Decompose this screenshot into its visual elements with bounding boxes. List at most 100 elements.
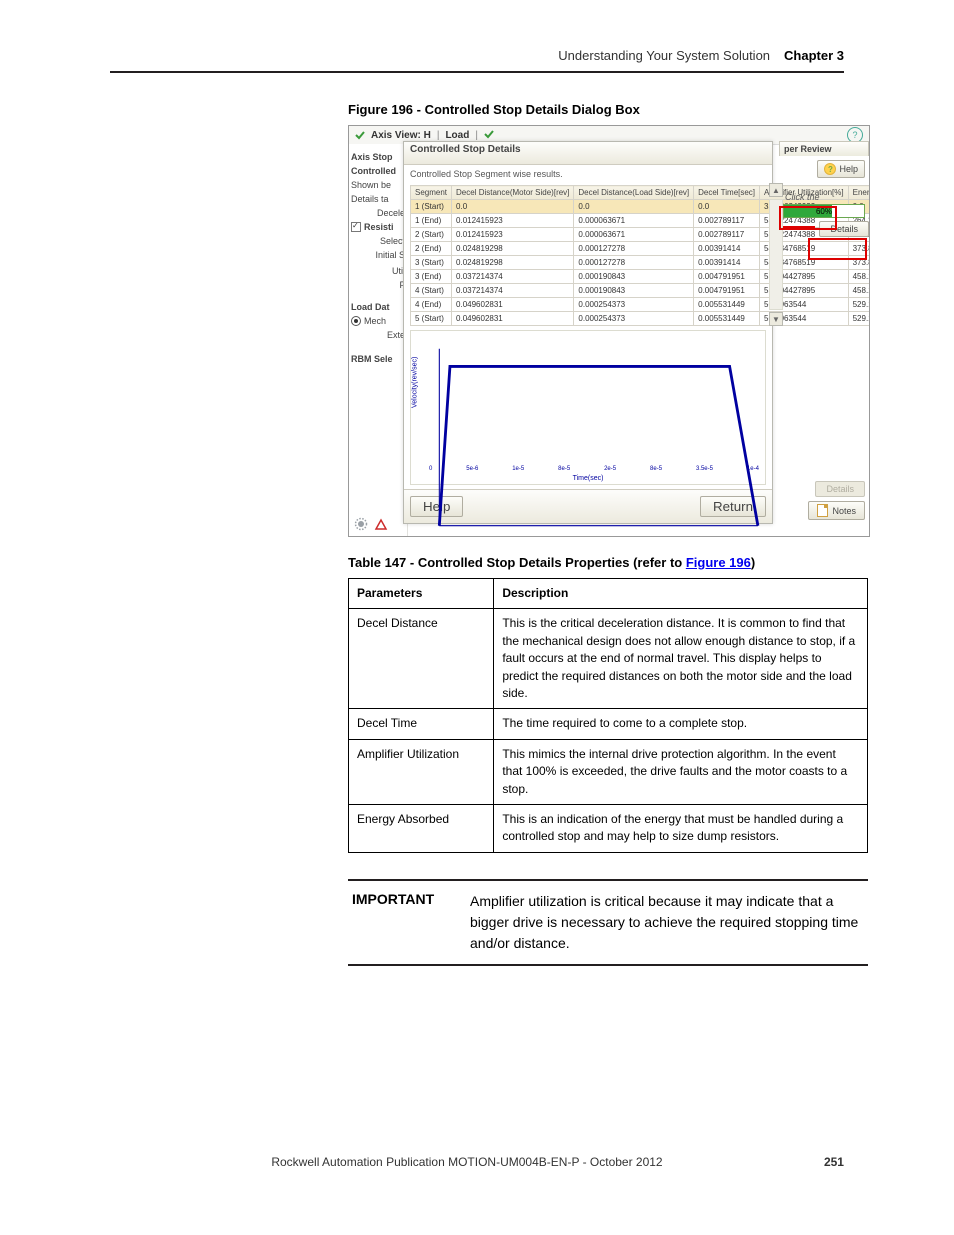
seg-cell: 5 (Start) [411, 312, 452, 326]
table-caption-link[interactable]: Figure 196 [686, 555, 751, 570]
chart-xtick: 8e-5 [650, 466, 662, 472]
screenshot-box: Axis View: H | Load | ? Axis Stop Contro… [348, 125, 870, 537]
col-parameters: Parameters [349, 579, 494, 609]
seg-cell: 0.000127278 [574, 242, 694, 256]
help-button[interactable]: ? Help [817, 160, 865, 178]
notes-icon [817, 504, 828, 517]
chart-xtick: 1e-4 [747, 466, 759, 472]
important-label: IMPORTANT [352, 891, 452, 954]
seg-cell: 0.00391414 [694, 256, 760, 270]
running-header: Understanding Your System Solution Chapt… [110, 48, 844, 73]
left-details-ta: Details ta [351, 194, 405, 204]
seg-cell: 0.005531449 [694, 298, 760, 312]
running-chapter: Chapter 3 [784, 48, 844, 63]
table-row-desc: The time required to come to a complete … [494, 709, 868, 739]
load-check2-icon [484, 129, 494, 142]
chart-xtick: 5e-6 [466, 466, 478, 472]
left-rail: Axis Stop Controlled Shown be Details ta… [349, 144, 408, 536]
details-button[interactable]: Details [819, 221, 869, 237]
important-text: Amplifier utilization is critical becaus… [470, 891, 864, 954]
col-description: Description [494, 579, 868, 609]
chart-xtick: 8e-5 [558, 466, 570, 472]
details-button-disabled: Details [815, 481, 865, 497]
seg-cell: 0.004791951 [694, 270, 760, 284]
seg-cell: 0.005531449 [694, 312, 760, 326]
left-exte: Exte [351, 330, 405, 340]
left-shown: Shown be [351, 180, 405, 190]
seg-cell: 3 (Start) [411, 256, 452, 270]
page-number: 251 [824, 1155, 844, 1169]
table-row-desc: This is the critical deceleration distan… [494, 609, 868, 709]
triangle-icon[interactable] [373, 516, 389, 532]
left-axis-stop[interactable]: Axis Stop [351, 152, 405, 162]
chart-xtick: 0 [429, 466, 432, 472]
seg-cell: 0.049602831 [452, 312, 574, 326]
dialog-title: Controlled Stop Details [404, 142, 772, 165]
table-caption-tail: ) [751, 555, 755, 570]
dialog-subtitle: Controlled Stop Segment wise results. [404, 165, 772, 183]
table-row-param: Decel Time [349, 709, 494, 739]
help-button-label: Help [839, 164, 858, 174]
seg-col[interactable]: Decel Distance(Motor Side)[rev] [452, 186, 574, 200]
seg-cell: 0.000063671 [574, 214, 694, 228]
seg-cell: 4 (End) [411, 298, 452, 312]
table-caption: Table 147 - Controlled Stop Details Prop… [348, 555, 868, 570]
seg-cell: 0.037214374 [452, 270, 574, 284]
footer-publication: Rockwell Automation Publication MOTION-U… [271, 1155, 662, 1169]
resisti-label: Resisti [364, 222, 394, 232]
seg-cell: 2 (End) [411, 242, 452, 256]
load-tab[interactable]: Load [445, 130, 469, 141]
left-resisti-row[interactable]: Resisti [351, 222, 405, 232]
table-caption-text: Table 147 - Controlled Stop Details Prop… [348, 555, 686, 570]
seg-cell: 0.004791951 [694, 284, 760, 298]
left-decele: Decele [351, 208, 405, 218]
table-row-desc: This mimics the internal drive protectio… [494, 739, 868, 804]
seg-cell: 0.000063671 [574, 228, 694, 242]
left-f: F [351, 280, 405, 290]
seg-cell: 0.000254373 [574, 298, 694, 312]
per-review-tab[interactable]: per Review [779, 141, 869, 156]
notes-button[interactable]: Notes [808, 501, 865, 520]
axis-view-label: Axis View: H [371, 130, 431, 141]
seg-cell: 2 (Start) [411, 228, 452, 242]
controlled-stop-dialog: Controlled Stop Details Controlled Stop … [403, 141, 773, 524]
page: Understanding Your System Solution Chapt… [0, 0, 954, 1235]
left-initial: Initial S [351, 250, 405, 260]
progress-bar: 60% [783, 204, 865, 218]
chart-xtick: 3.5e-5 [696, 466, 713, 472]
seg-col[interactable]: Segment [411, 186, 452, 200]
left-select: Select [351, 236, 405, 246]
gear-icon[interactable] [353, 516, 369, 532]
seg-cell: 0.002789117 [694, 228, 760, 242]
seg-cell: 0.012415923 [452, 228, 574, 242]
properties-table: Parameters Description Decel DistanceThi… [348, 578, 868, 853]
running-title: Understanding Your System Solution [558, 48, 770, 63]
seg-cell: 1 (End) [411, 214, 452, 228]
mech-label: Mech [364, 316, 386, 326]
seg-cell: 0.0 [574, 200, 694, 214]
right-panel: per Review ? Help Click the 60% Details … [779, 141, 869, 524]
chart-area: Velocity(rev/sec) 05e-61e-58e-52e-58e-53… [410, 330, 766, 485]
left-rbm: RBM Sele [351, 354, 405, 364]
seg-cell: 0.000190843 [574, 284, 694, 298]
page-footer: Rockwell Automation Publication MOTION-U… [110, 1155, 844, 1169]
seg-cell: 0.024819298 [452, 242, 574, 256]
seg-cell: 0.0 [694, 200, 760, 214]
chart-xtick: 1e-5 [512, 466, 524, 472]
left-util: Util [351, 266, 405, 276]
table-row-param: Decel Distance [349, 609, 494, 709]
seg-col[interactable]: Decel Time[sec] [694, 186, 760, 200]
content-column: Figure 196 - Controlled Stop Details Dia… [348, 102, 868, 966]
seg-cell: 0.0 [452, 200, 574, 214]
mech-radio[interactable] [351, 316, 361, 326]
left-mech-row[interactable]: Mech [351, 316, 405, 326]
seg-cell: 0.00391414 [694, 242, 760, 256]
seg-col[interactable]: Decel Distance(Load Side)[rev] [574, 186, 694, 200]
seg-cell: 0.024819298 [452, 256, 574, 270]
segment-table-wrap: SegmentDecel Distance(Motor Side)[rev]De… [404, 183, 772, 326]
chart-svg [411, 331, 765, 537]
seg-cell: 0.012415923 [452, 214, 574, 228]
chart-xticks: 05e-61e-58e-52e-58e-53.5e-51e-4 [429, 466, 759, 472]
load-check-icon [355, 130, 365, 140]
resisti-checkbox[interactable] [351, 222, 361, 232]
